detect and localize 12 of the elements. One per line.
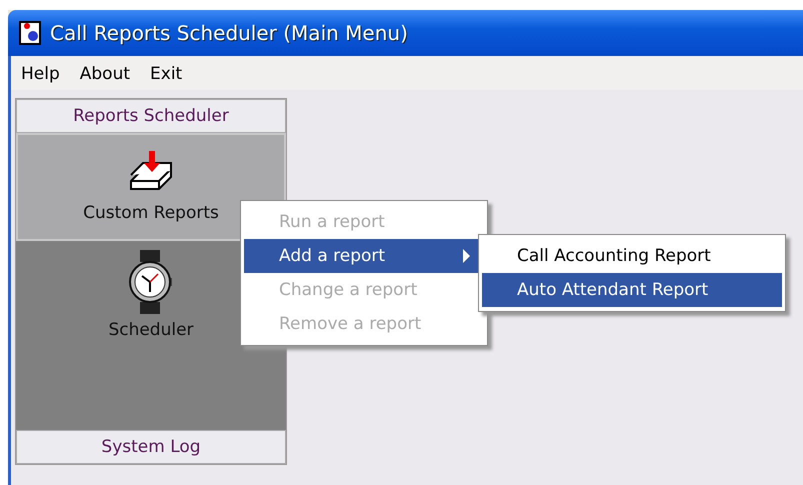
app-icon — [18, 20, 42, 46]
sidebar-header[interactable]: Reports Scheduler — [16, 99, 286, 133]
sidebar-footer[interactable]: System Log — [16, 430, 286, 464]
window-title: Call Reports Scheduler (Main Menu) — [50, 21, 408, 45]
menu-item[interactable]: Help — [21, 64, 60, 90]
sidebar-item-label: Scheduler — [108, 320, 194, 340]
menu-item[interactable]: Call Accounting Report — [482, 239, 782, 273]
menu-item[interactable]: About — [80, 64, 130, 90]
sidebar-item-label: Custom Reports — [83, 203, 219, 223]
wristwatch-icon — [128, 250, 174, 314]
menu-item[interactable]: Exit — [150, 64, 182, 90]
menu-item[interactable]: Auto Attendant Report — [482, 273, 782, 307]
